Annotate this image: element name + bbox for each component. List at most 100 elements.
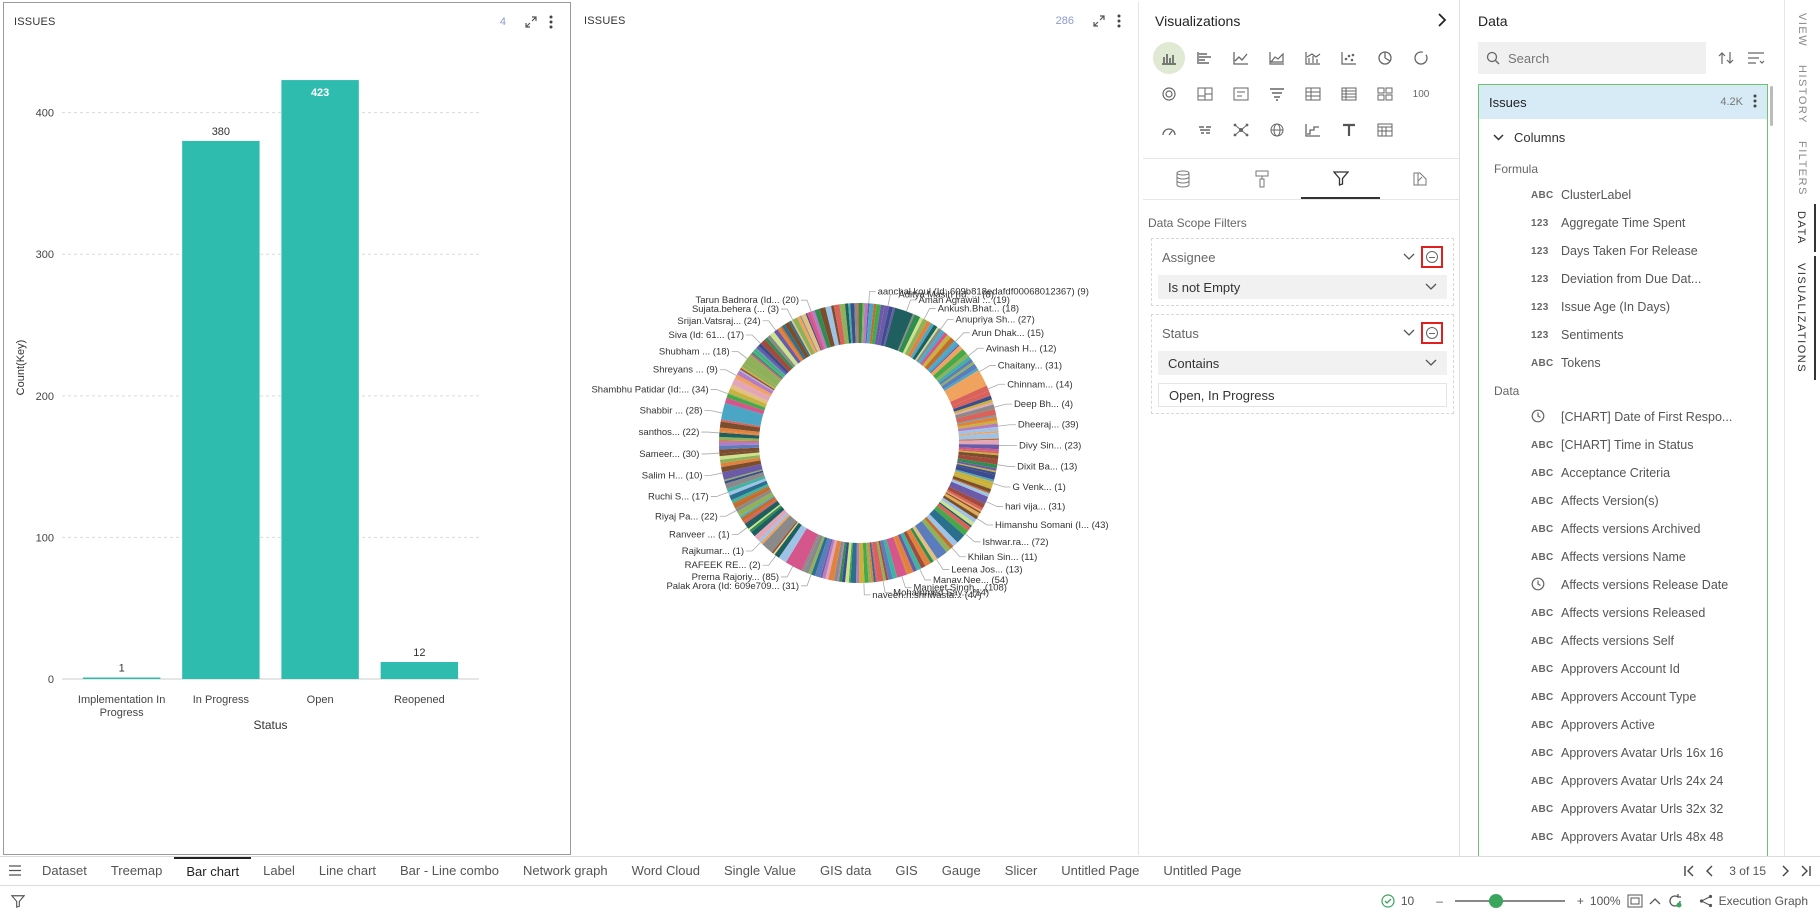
bar[interactable] — [82, 677, 161, 680]
globe-icon[interactable] — [1261, 114, 1293, 146]
filter-status-header[interactable]: Status — [1158, 321, 1447, 345]
column-field[interactable]: [CHART] Date of First Respo... — [1479, 403, 1767, 431]
column-field[interactable]: 123 Aggregate Time Spent — [1479, 209, 1767, 237]
chevron-right-icon[interactable] — [1437, 12, 1447, 30]
column-field[interactable]: ABC Affects versions Released — [1479, 599, 1767, 627]
filter-icon[interactable] — [0, 894, 36, 908]
column-field[interactable]: ABC ClusterLabel — [1479, 181, 1767, 209]
column-field[interactable]: ABC Affects versions Archived — [1479, 515, 1767, 543]
rail-tab-view[interactable]: VIEW — [1791, 12, 1813, 48]
page-tab[interactable]: Bar chart — [174, 856, 252, 885]
next-page-icon[interactable] — [1782, 865, 1790, 877]
data-scrollbar[interactable] — [1770, 86, 1773, 126]
zoom-slider-knob[interactable] — [1488, 893, 1503, 908]
column-field[interactable]: ABC Approvers Avatar Urls 24x 24 — [1479, 767, 1767, 795]
filter-assignee-header[interactable]: Assignee — [1158, 245, 1447, 269]
check-circle-icon[interactable] — [1381, 893, 1395, 908]
search-box[interactable] — [1478, 42, 1706, 74]
gauge-icon[interactable] — [1153, 114, 1185, 146]
execution-graph-button[interactable]: Execution Graph — [1699, 894, 1808, 908]
page-tab[interactable]: Single Value — [712, 857, 808, 885]
calendar-icon[interactable] — [1369, 114, 1401, 146]
bar[interactable] — [182, 140, 260, 680]
data-source-tab[interactable] — [1143, 159, 1222, 199]
first-page-icon[interactable] — [1683, 865, 1695, 877]
list-filter-icon[interactable] — [1745, 47, 1766, 69]
page-tab[interactable]: Line chart — [307, 857, 388, 885]
column-field[interactable]: ABC Approvers Account Id — [1479, 655, 1767, 683]
heatmap-icon[interactable] — [1369, 78, 1401, 110]
hamburger-menu-icon[interactable] — [0, 865, 30, 876]
page-tab[interactable]: Gauge — [930, 857, 993, 885]
rail-tab-filters[interactable]: FILTERS — [1791, 140, 1813, 196]
more-vertical-icon[interactable] — [1110, 12, 1128, 30]
label-icon[interactable] — [1225, 78, 1257, 110]
filter-assignee-operator[interactable]: Is not Empty — [1158, 275, 1447, 299]
combo-chart-icon[interactable] — [1297, 42, 1329, 74]
remove-filter-button[interactable] — [1421, 246, 1443, 268]
text-icon[interactable] — [1333, 114, 1365, 146]
column-field[interactable]: ABC Acceptance Criteria — [1479, 459, 1767, 487]
rail-tab-data[interactable]: DATA — [1788, 204, 1816, 252]
search-input[interactable] — [1508, 50, 1698, 66]
analytics-tab[interactable] — [1380, 159, 1459, 199]
column-field[interactable]: ABC Approvers Avatar Urls 32x 32 — [1479, 795, 1767, 823]
pie-chart-icon[interactable] — [1369, 42, 1401, 74]
single-value-icon[interactable]: 100 — [1405, 78, 1437, 110]
filter-tab[interactable] — [1301, 159, 1380, 199]
prev-page-icon[interactable] — [1705, 865, 1713, 877]
rail-tab-history[interactable]: HISTORY — [1791, 64, 1813, 124]
expand-icon[interactable] — [522, 13, 540, 31]
column-field[interactable]: ABC [CHART] Time in Status — [1479, 431, 1767, 459]
zoom-in-button[interactable]: + — [1577, 894, 1584, 908]
page-tab[interactable]: Bar - Line combo — [388, 857, 511, 885]
column-chart-icon[interactable] — [1153, 42, 1185, 74]
column-field[interactable]: ABC Approvers Account Type — [1479, 683, 1767, 711]
chevron-down-icon[interactable] — [1403, 253, 1415, 261]
column-field[interactable]: 123 Sentiments — [1479, 321, 1767, 349]
table-icon[interactable] — [1297, 78, 1329, 110]
chevron-down-icon[interactable] — [1403, 329, 1415, 337]
scatter-chart-icon[interactable] — [1333, 42, 1365, 74]
bar[interactable] — [380, 662, 459, 679]
column-field[interactable]: ABC Approvers Avatar Urls 16x 16 — [1479, 739, 1767, 767]
bar-chart-icon[interactable] — [1189, 42, 1221, 74]
refresh-icon[interactable] — [1667, 893, 1683, 909]
word-cloud-icon[interactable] — [1189, 114, 1221, 146]
format-tab[interactable] — [1222, 159, 1301, 199]
columns-toggle[interactable]: Columns — [1479, 119, 1767, 155]
page-tab[interactable]: Untitled Page — [1151, 857, 1253, 885]
network-graph-icon[interactable] — [1225, 114, 1257, 146]
treemap-icon[interactable] — [1189, 78, 1221, 110]
page-tab[interactable]: Slicer — [993, 857, 1050, 885]
page-tab[interactable]: Dataset — [30, 857, 99, 885]
stepped-line-icon[interactable] — [1297, 114, 1329, 146]
donut-chart-panel[interactable]: ISSUES 286 aanchal.koul (Id: 609b818edaf… — [574, 2, 1139, 855]
zoom-slider[interactable] — [1454, 893, 1565, 908]
rail-tab-visualizations[interactable]: VISUALIZATIONS — [1788, 256, 1816, 380]
column-field[interactable]: ABC Tokens — [1479, 349, 1767, 377]
bar-chart-panel[interactable]: ISSUES 4 0 100 200 300 400 1 Implementation In… — [3, 2, 571, 855]
fit-screen-icon[interactable] — [1627, 894, 1643, 908]
bar[interactable] — [281, 80, 359, 680]
page-tab[interactable]: Word Cloud — [620, 857, 712, 885]
sunburst-icon[interactable] — [1153, 78, 1185, 110]
column-field[interactable]: 123 Days Taken For Release — [1479, 237, 1767, 265]
line-chart-icon[interactable] — [1225, 42, 1257, 74]
column-field[interactable]: ABC Approvers Active — [1479, 711, 1767, 739]
funnel-chart-icon[interactable] — [1261, 78, 1293, 110]
filter-status-operator[interactable]: Contains — [1158, 351, 1447, 375]
column-field[interactable]: 123 Issue Age (In Days) — [1479, 293, 1767, 321]
page-tab[interactable]: GIS — [883, 857, 929, 885]
chevron-up-icon[interactable] — [1649, 897, 1661, 905]
column-field[interactable]: ABC Approvers Avatar Urls 48x 48 — [1479, 823, 1767, 851]
column-field[interactable]: ABC Affects Version(s) — [1479, 487, 1767, 515]
remove-filter-button[interactable] — [1421, 322, 1443, 344]
page-tab[interactable]: GIS data — [808, 857, 883, 885]
column-field[interactable]: ABC Affects versions Self — [1479, 627, 1767, 655]
donut-chart-icon[interactable] — [1405, 42, 1437, 74]
dataset-header[interactable]: Issues 4.2K — [1479, 85, 1767, 119]
column-field[interactable]: ABC Affects versions Name — [1479, 543, 1767, 571]
filter-status-value-input[interactable]: Open, In Progress — [1158, 383, 1447, 407]
column-field[interactable]: 123 Deviation from Due Dat... — [1479, 265, 1767, 293]
